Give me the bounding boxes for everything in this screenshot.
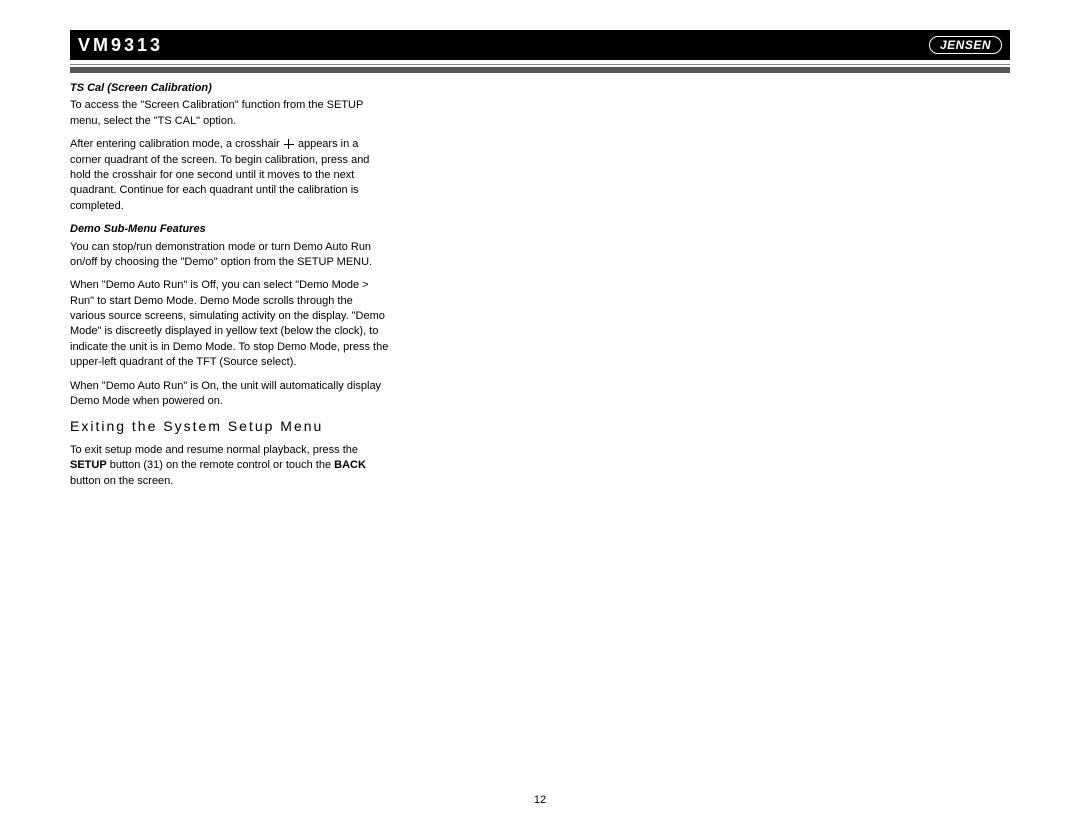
crosshair-icon <box>284 139 294 149</box>
divider-line <box>70 64 1010 65</box>
exit-p1-back-bold: BACK <box>334 459 366 471</box>
demo-paragraph-3: When "Demo Auto Run" is On, the unit wil… <box>70 379 390 410</box>
divider-bar <box>70 67 1010 73</box>
header-bar: VM9313 JENSEN <box>70 30 1010 60</box>
ts-cal-paragraph-2: After entering calibration mode, a cross… <box>70 137 390 214</box>
content-column: TS Cal (Screen Calibration) To access th… <box>70 81 390 489</box>
exit-p1-setup-bold: SETUP <box>70 459 107 471</box>
section-exiting-heading: Exiting the System Setup Menu <box>70 417 390 437</box>
ts-cal-p2-part-a: After entering calibration mode, a cross… <box>70 138 283 150</box>
demo-paragraph-2: When "Demo Auto Run" is Off, you can sel… <box>70 278 390 370</box>
page-number: 12 <box>0 794 1080 806</box>
model-number: VM9313 <box>78 35 163 56</box>
exiting-paragraph: To exit setup mode and resume normal pla… <box>70 443 390 489</box>
demo-paragraph-1: You can stop/run demonstration mode or t… <box>70 240 390 271</box>
page-container: VM9313 JENSEN TS Cal (Screen Calibration… <box>0 0 1080 834</box>
subsection-demo-title: Demo Sub-Menu Features <box>70 222 390 237</box>
exit-p1-c: button (31) on the remote control or tou… <box>107 459 334 471</box>
exit-p1-a: To exit setup mode and resume normal pla… <box>70 444 358 456</box>
subsection-ts-cal-title: TS Cal (Screen Calibration) <box>70 81 390 96</box>
exit-p1-e: button on the screen. <box>70 475 173 487</box>
ts-cal-paragraph-1: To access the "Screen Calibration" funct… <box>70 98 390 129</box>
brand-logo: JENSEN <box>929 36 1002 54</box>
